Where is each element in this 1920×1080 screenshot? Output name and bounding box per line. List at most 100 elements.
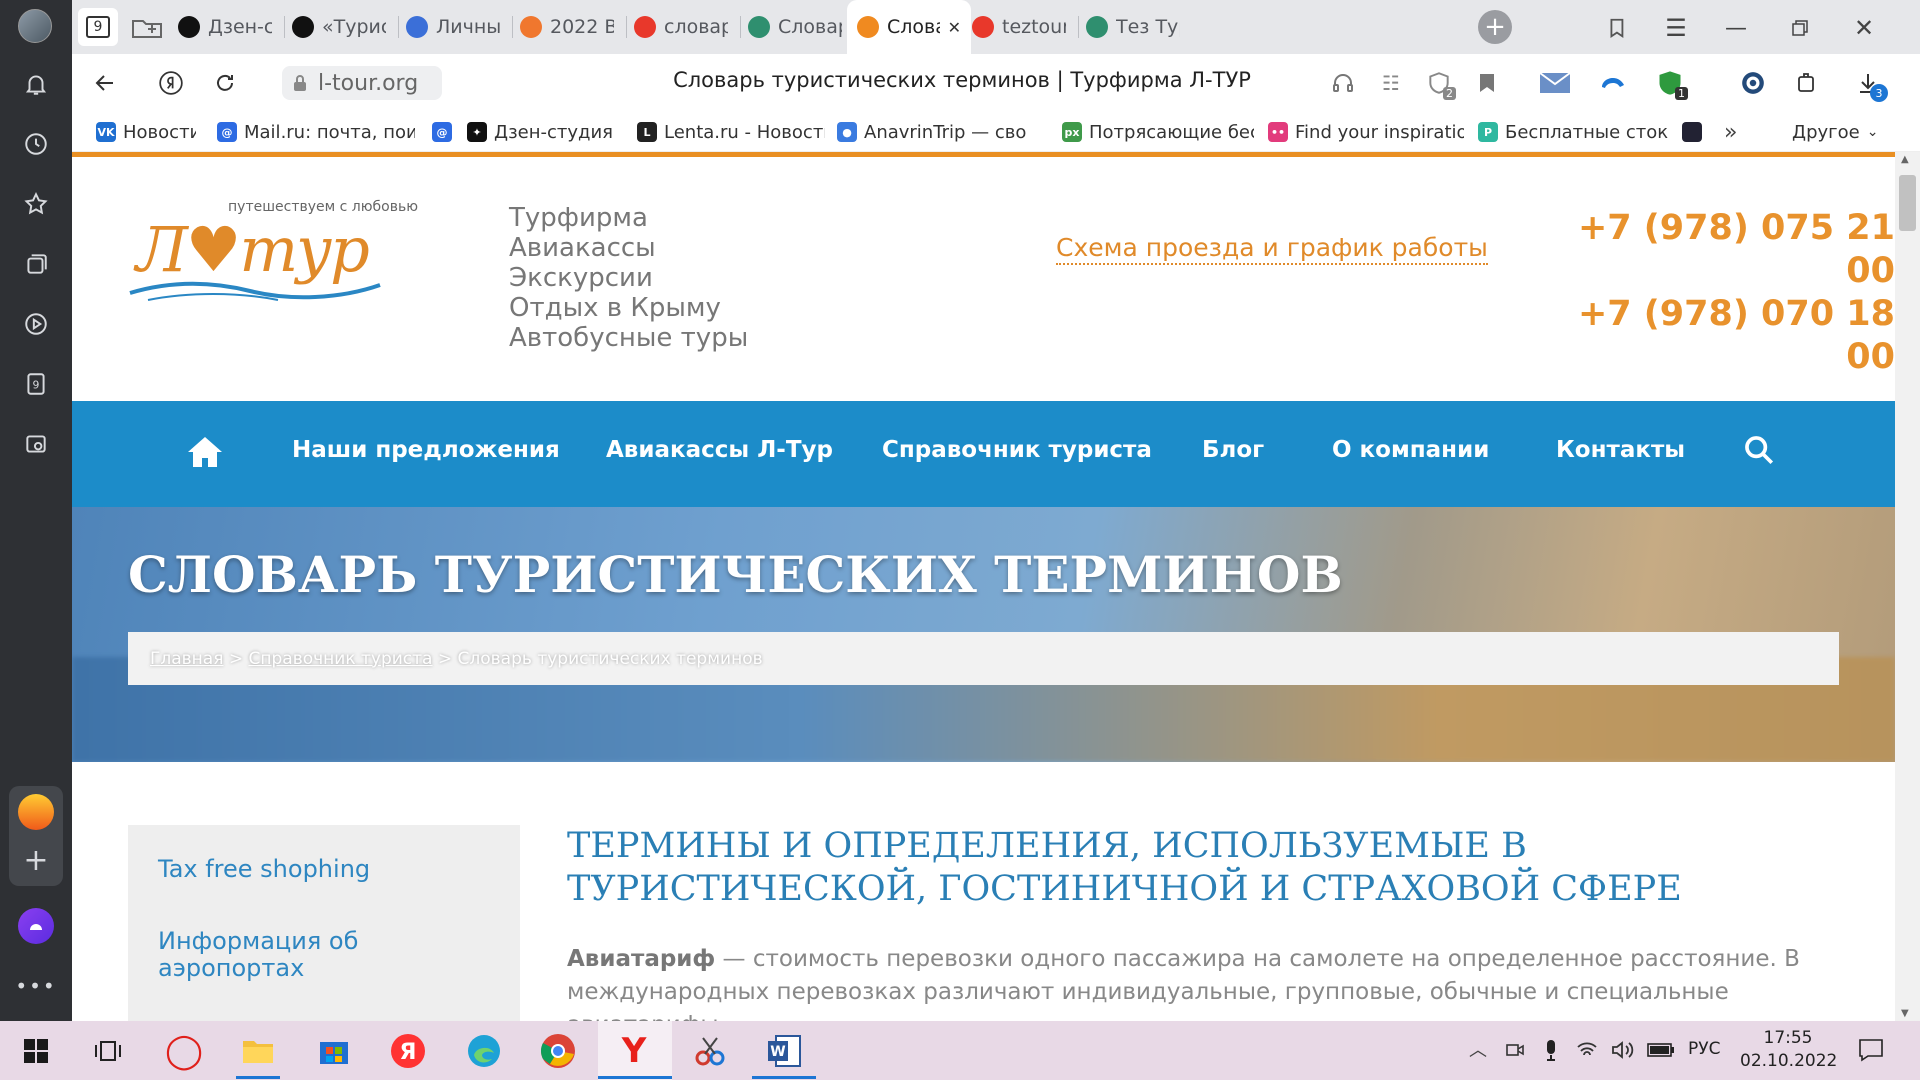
- mail-icon[interactable]: [1538, 68, 1572, 98]
- close-tab-icon[interactable]: ✕: [948, 18, 961, 37]
- tab[interactable]: Словарь: [738, 6, 852, 48]
- bookmark-item[interactable]: L Lenta.ru - Новости: [637, 118, 825, 146]
- tray-microphone-icon[interactable]: [1538, 1037, 1564, 1063]
- cloud-icon[interactable]: [1596, 68, 1630, 98]
- reload-icon[interactable]: [210, 68, 240, 98]
- alice-assistant-icon[interactable]: [18, 908, 54, 944]
- tab[interactable]: словарь: [624, 6, 738, 48]
- bookmark-item[interactable]: •• Find your inspiratio: [1268, 118, 1464, 146]
- protect-shield-icon[interactable]: 2: [1422, 66, 1456, 100]
- bookmark-item[interactable]: VK Новости: [96, 118, 196, 146]
- tab-counter-button[interactable]: 9: [78, 8, 118, 46]
- tray-chevron-up-icon[interactable]: ︿: [1466, 1037, 1490, 1061]
- nav-item[interactable]: Авиакассы Л-Тур: [606, 437, 833, 463]
- video-play-icon[interactable]: [18, 306, 54, 342]
- yandex-app-icon[interactable]: Y: [612, 1029, 656, 1073]
- yandex-y-icon[interactable]: [156, 68, 186, 98]
- new-tab-group-icon[interactable]: [130, 14, 166, 42]
- tab[interactable]: Тез Тур: [1076, 6, 1190, 48]
- nav-item[interactable]: Наши предложения: [292, 437, 560, 463]
- phone-2[interactable]: +7 (978) 070 18 00: [1528, 293, 1895, 379]
- tab-counter: 9: [86, 16, 110, 38]
- minimize-icon[interactable]: —: [1722, 14, 1750, 42]
- adblock-badge: 1: [1675, 87, 1688, 100]
- menu-icon[interactable]: ☰: [1662, 14, 1690, 42]
- profile-avatar[interactable]: [18, 9, 52, 43]
- bookmark-item[interactable]: @ Mail.ru: почта, пои: [217, 118, 415, 146]
- tab[interactable]: 2022 Ве: [510, 6, 624, 48]
- nav-item[interactable]: Контакты: [1556, 437, 1685, 463]
- nav-item[interactable]: О компании: [1332, 437, 1489, 463]
- phone-1[interactable]: +7 (978) 075 21 00: [1528, 207, 1895, 293]
- sidebar-link-airports[interactable]: Информация об аэропортах: [158, 928, 418, 982]
- notifications-icon[interactable]: [1856, 1035, 1886, 1065]
- home-icon[interactable]: [186, 435, 226, 471]
- edge-icon[interactable]: [462, 1029, 506, 1073]
- opera-icon[interactable]: ◯: [162, 1029, 206, 1073]
- more-dots-icon[interactable]: •••: [15, 968, 54, 1004]
- close-window-icon[interactable]: ✕: [1850, 14, 1878, 42]
- content-title: ТЕРМИНЫ И ОПРЕДЕЛЕНИЯ, ИСПОЛЬЗУЕМЫЕ В ТУ…: [567, 826, 1682, 909]
- ms-store-icon[interactable]: [312, 1029, 356, 1073]
- tray-volume-icon[interactable]: [1610, 1037, 1636, 1063]
- breadcrumb-section[interactable]: Справочник туриста: [249, 649, 433, 669]
- site-logo[interactable]: путешествуем с любовью Л♥тур: [128, 197, 428, 317]
- tray-meet-icon[interactable]: [1502, 1037, 1528, 1063]
- task-view-icon[interactable]: [86, 1029, 130, 1073]
- tab[interactable]: «Турист: [282, 6, 396, 48]
- url-pill[interactable]: l-tour.org: [282, 66, 442, 100]
- search-icon[interactable]: [1742, 433, 1778, 469]
- nav-item[interactable]: Блог: [1202, 437, 1264, 463]
- bookmarks-panel-icon[interactable]: [1602, 14, 1630, 42]
- schedule-link[interactable]: Схема проезда и график работы: [1056, 233, 1488, 265]
- tabs-counter-icon[interactable]: 9: [18, 366, 54, 402]
- tab[interactable]: Слова ✕: [847, 0, 971, 54]
- bookmark-image-icon[interactable]: [1682, 118, 1710, 146]
- yandex-browser-icon[interactable]: Я: [386, 1029, 430, 1073]
- bookmark-favicon-icon: VK: [96, 122, 116, 142]
- bookmark-item[interactable]: @: [432, 118, 458, 146]
- tab[interactable]: Личный: [396, 6, 510, 48]
- restore-icon[interactable]: [1786, 14, 1814, 42]
- tray-battery-icon[interactable]: [1646, 1037, 1676, 1063]
- tab[interactable]: teztour: [962, 6, 1076, 48]
- sidebar-link-tax-free[interactable]: Tax free shophing: [158, 855, 370, 883]
- history-clock-icon[interactable]: [18, 126, 54, 162]
- tab[interactable]: Дзен-ст: [168, 6, 282, 48]
- file-explorer-icon[interactable]: [236, 1029, 280, 1073]
- scrollbar-thumb[interactable]: [1899, 175, 1916, 231]
- chrome-icon[interactable]: [536, 1029, 580, 1073]
- windows-start-icon[interactable]: [14, 1029, 58, 1073]
- bookmarks-more[interactable]: »: [1724, 118, 1737, 146]
- bookmark-item[interactable]: ● AnavrinTrip — сво: [837, 118, 1047, 146]
- headphones-icon[interactable]: [1328, 68, 1358, 98]
- tray-clock[interactable]: 17:55 02.10.2022: [1740, 1027, 1837, 1073]
- add-pinned-icon[interactable]: +: [18, 842, 54, 878]
- collections-icon[interactable]: [18, 246, 54, 282]
- breadcrumb-home[interactable]: Главная: [150, 649, 223, 669]
- bell-icon[interactable]: [18, 66, 54, 102]
- reader-mode-icon[interactable]: ☷: [1376, 68, 1406, 98]
- bookmark-item[interactable]: px Потрясающие бес: [1062, 118, 1254, 146]
- page-scrollbar[interactable]: ▲ ▼: [1895, 152, 1920, 1021]
- back-arrow-icon[interactable]: [90, 68, 120, 98]
- downloads-icon[interactable]: 3: [1850, 66, 1888, 102]
- new-tab-button[interactable]: +: [1478, 10, 1512, 44]
- tray-language[interactable]: РУС: [1688, 1039, 1720, 1059]
- bookmark-icon[interactable]: [1472, 68, 1502, 98]
- bookmarks-other[interactable]: Другое ⌄: [1792, 118, 1878, 146]
- snipping-tool-icon[interactable]: [688, 1029, 732, 1073]
- bookmark-item[interactable]: ✦ Дзен-студия: [467, 118, 623, 146]
- screenshot-icon[interactable]: [18, 426, 54, 462]
- tray-wifi-icon[interactable]: [1574, 1037, 1600, 1063]
- favorites-star-icon[interactable]: [18, 186, 54, 222]
- scroll-up-icon[interactable]: ▲: [1901, 154, 1909, 165]
- bookmark-item[interactable]: P Бесплатные стоко: [1478, 118, 1668, 146]
- app-pinned-icon[interactable]: [18, 794, 54, 830]
- scroll-down-icon[interactable]: ▼: [1901, 1008, 1909, 1019]
- adblock-shield-icon[interactable]: 1: [1652, 66, 1688, 100]
- extensions-puzzle-icon[interactable]: [1792, 68, 1822, 98]
- nav-item[interactable]: Справочник туриста: [882, 437, 1152, 463]
- extension-circle-icon[interactable]: [1738, 68, 1768, 98]
- word-icon[interactable]: W: [762, 1029, 806, 1073]
